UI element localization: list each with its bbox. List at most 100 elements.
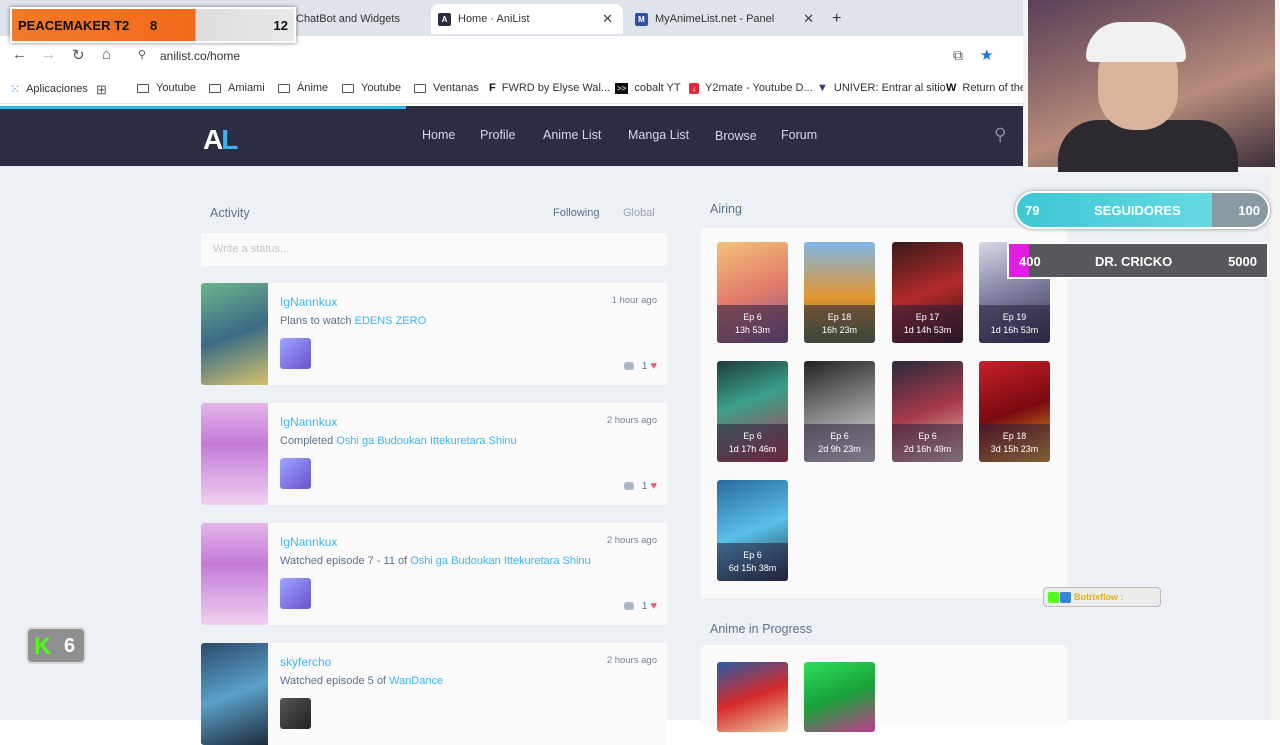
tab-anilist-home[interactable]: A Home · AniList ✕ — [431, 4, 623, 34]
new-tab-button[interactable]: + — [832, 4, 848, 34]
bookmark-label: Ánime — [297, 82, 329, 94]
url-text: anilist.co/home — [160, 49, 241, 63]
forward-icon[interactable]: → — [41, 46, 56, 63]
bookmark-label: Ventanas — [433, 82, 479, 94]
sub-goal-target: 5000 — [1228, 254, 1257, 269]
nav-manga-list[interactable]: Manga List — [628, 128, 689, 142]
bookmark-folder-anime[interactable]: Ánime — [278, 82, 328, 94]
avatar[interactable] — [280, 458, 311, 489]
nav-browse[interactable]: Browse — [715, 129, 757, 143]
airing-item[interactable]: Ep 18 3d 15h 23m — [979, 361, 1050, 462]
search-icon[interactable]: ⚲ — [994, 125, 1006, 145]
kick-viewer-count: 6 — [64, 635, 76, 657]
url-field[interactable]: ⚲ anilist.co/home — [130, 41, 1010, 71]
reply-icon[interactable] — [623, 482, 634, 490]
page-scrollbar[interactable] — [1270, 166, 1280, 720]
bookmark-apps[interactable]: ⁙ Aplicaciones — [10, 82, 88, 96]
media-link[interactable]: Oshi ga Budoukan Ittekuretara Shinu — [410, 555, 590, 567]
reply-icon[interactable] — [623, 602, 634, 610]
tab-myanimelist[interactable]: M MyAnimeList.net - Panel ✕ — [628, 4, 824, 34]
avatar[interactable] — [280, 578, 311, 609]
airing-countdown: 13h 53m — [734, 325, 771, 335]
grid-icon: ⊞ — [96, 82, 107, 97]
bookmark-label: FWRD by Elyse Wal... — [501, 82, 611, 94]
reload-icon[interactable]: ↻ — [72, 46, 85, 64]
activity-user[interactable]: skyfercho — [280, 655, 331, 669]
progress-item[interactable] — [804, 662, 875, 732]
airing-item[interactable]: Ep 6 2d 16h 49m — [892, 361, 963, 462]
airing-episode: Ep 18 — [827, 312, 852, 322]
airing-item[interactable]: Ep 6 2d 9h 23m — [804, 361, 875, 462]
airing-item[interactable]: Ep 6 13h 53m — [717, 242, 788, 343]
bookmark-return[interactable]: W Return of the — [946, 82, 1026, 94]
nav-anime-list[interactable]: Anime List — [543, 128, 601, 142]
anilist-logo[interactable]: AL — [203, 124, 238, 156]
bookmark-label: Youtube — [156, 82, 196, 94]
status-input[interactable]: Write a status... — [201, 233, 667, 266]
reply-icon[interactable] — [623, 362, 634, 370]
bookmark-folder-amiami[interactable]: Amiami — [209, 82, 265, 94]
airing-episode: Ep 6 — [830, 431, 849, 441]
bookmark-label: Aplicaciones — [26, 83, 88, 95]
airing-episode: Ep 6 — [743, 431, 762, 441]
bookmark-label: Amiami — [228, 82, 265, 94]
filter-global[interactable]: Global — [623, 207, 655, 219]
bookmark-label: Y2mate - Youtube D... — [705, 82, 813, 94]
bookmark-cobalt[interactable]: >> cobalt YT — [615, 82, 681, 94]
bookmark-folder-youtube-2[interactable]: Youtube — [342, 82, 401, 94]
airing-item[interactable]: Ep 6 1d 17h 46m — [717, 361, 788, 462]
tab-chatbot[interactable]: ChatBot and Widgets — [296, 4, 431, 34]
progress-item[interactable] — [717, 662, 788, 732]
kick-viewer-badge: K 6 — [26, 627, 86, 664]
airing-countdown: 3d 15h 23m — [990, 444, 1039, 454]
bookmark-star-icon[interactable]: ★ — [980, 46, 993, 64]
bookmark-folder-ventanas[interactable]: Ventanas — [414, 82, 479, 94]
nav-forum[interactable]: Forum — [781, 128, 817, 142]
avatar[interactable] — [280, 698, 311, 729]
media-link[interactable]: WanDance — [389, 675, 443, 687]
airing-item[interactable]: Ep 17 1d 14h 53m — [892, 242, 963, 343]
bookmark-folder-youtube[interactable]: Youtube — [137, 82, 196, 94]
bookmark-univer[interactable]: ▼ UNIVER: Entrar al sitio — [817, 82, 946, 94]
activity-card: IgNannkux 1 hour ago Plans to watch EDEN… — [201, 283, 667, 385]
botrix-icon — [1060, 592, 1071, 603]
heart-icon[interactable]: ♥ — [650, 480, 657, 492]
cover-image[interactable] — [201, 643, 268, 745]
airing-episode: Ep 19 — [1002, 312, 1027, 322]
action-verb: Plans to watch — [280, 315, 352, 327]
bookmark-fwrd[interactable]: F FWRD by Elyse Wal... — [489, 82, 610, 94]
home-icon[interactable]: ⌂ — [102, 46, 111, 63]
airing-item[interactable]: Ep 6 6d 15h 38m — [717, 480, 788, 581]
activity-time: 1 hour ago — [611, 295, 657, 306]
back-icon[interactable]: ← — [12, 46, 27, 63]
activity-user[interactable]: IgNannkux — [280, 295, 337, 309]
like-count: 1 — [641, 480, 648, 492]
airing-countdown: 16h 23m — [821, 325, 858, 335]
activity-title: Activity — [210, 206, 250, 220]
site-info-icon[interactable]: ⚲ — [138, 48, 146, 61]
media-link[interactable]: Oshi ga Budoukan Ittekuretara Shinu — [336, 435, 516, 447]
bookmark-label: UNIVER: Entrar al sitio — [833, 82, 946, 94]
bookmark-grid[interactable]: ⊞ — [96, 82, 113, 98]
cover-image[interactable] — [201, 283, 268, 385]
nav-profile[interactable]: Profile — [480, 128, 515, 142]
cover-image[interactable] — [201, 403, 268, 505]
bookmark-label: Return of the — [962, 82, 1026, 94]
activity-card: IgNannkux 2 hours ago Watched episode 7 … — [201, 523, 667, 625]
filter-following[interactable]: Following — [553, 207, 599, 219]
avatar[interactable] — [280, 338, 311, 369]
media-link[interactable]: EDENS ZERO — [355, 315, 427, 327]
activity-user[interactable]: IgNannkux — [280, 415, 337, 429]
bookmark-y2mate[interactable]: ↓ Y2mate - Youtube D... — [689, 82, 813, 94]
close-tab-icon[interactable]: ✕ — [803, 11, 814, 27]
fwrd-icon: F — [489, 82, 496, 94]
close-tab-icon[interactable]: ✕ — [602, 11, 613, 27]
heart-icon[interactable]: ♥ — [650, 600, 657, 612]
activity-user[interactable]: IgNannkux — [280, 535, 337, 549]
cover-image[interactable] — [201, 523, 268, 625]
anilist-favicon: A — [438, 12, 451, 26]
heart-icon[interactable]: ♥ — [650, 360, 657, 372]
nav-home[interactable]: Home — [422, 128, 455, 142]
install-app-icon[interactable]: ⧉ — [953, 47, 963, 64]
airing-item[interactable]: Ep 18 16h 23m — [804, 242, 875, 343]
